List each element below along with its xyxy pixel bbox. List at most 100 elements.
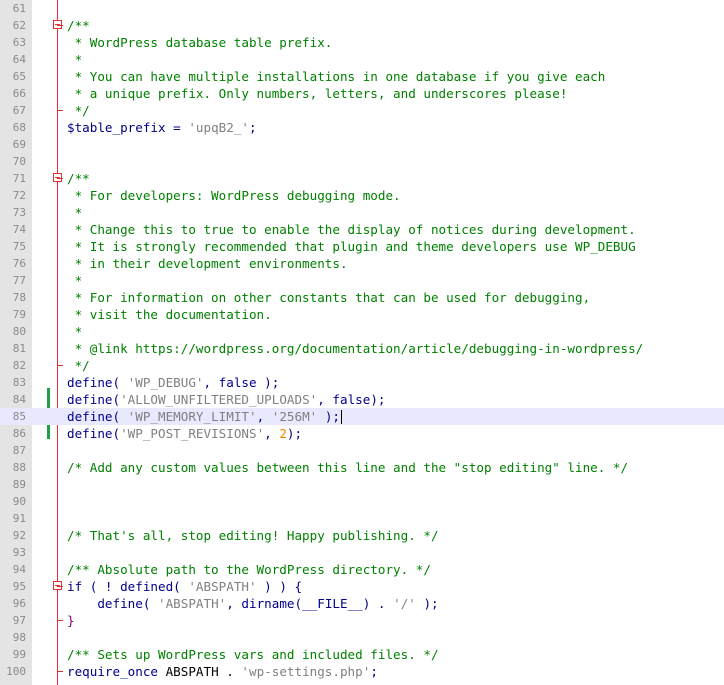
code-text[interactable]: * in their development environments. (67, 255, 348, 272)
code-line[interactable]: 91 (0, 510, 724, 527)
code-line[interactable]: 95 if ( ! defined( 'ABSPATH' ) ) { (0, 578, 724, 595)
code-text[interactable]: define('WP_POST_REVISIONS', 2); (67, 425, 302, 442)
code-line[interactable]: 86 define('WP_POST_REVISIONS', 2); (0, 425, 724, 442)
code-text[interactable]: * (67, 51, 83, 68)
code-token: * For developers: WordPress debugging mo… (67, 188, 401, 203)
code-text[interactable]: define( 'ABSPATH', dirname(__FILE__) . '… (67, 595, 438, 612)
line-number: 78 (12, 291, 26, 304)
code-text[interactable]: * For information on other constants tha… (67, 289, 591, 306)
code-text[interactable]: * a unique prefix. Only numbers, letters… (67, 85, 568, 102)
line-number: 85 (12, 410, 26, 423)
code-line[interactable]: 73 * (0, 204, 724, 221)
code-text[interactable]: define( 'WP_DEBUG', false ); (67, 374, 279, 391)
fold-end-tick (57, 620, 63, 621)
code-text[interactable]: if ( ! defined( 'ABSPATH' ) ) { (67, 578, 302, 595)
line-number: 87 (12, 444, 26, 457)
code-text[interactable]: /* Add any custom values between this li… (67, 459, 628, 476)
code-text[interactable]: /** (67, 170, 90, 187)
code-token: dirname (241, 596, 295, 611)
code-line[interactable]: 67 */ (0, 102, 724, 119)
code-line[interactable]: 85 define( 'WP_MEMORY_LIMIT', '256M' ); (0, 408, 724, 425)
line-number: 65 (12, 70, 26, 83)
code-token: * (67, 52, 83, 67)
code-line[interactable]: 82 */ (0, 357, 724, 374)
line-number: 91 (12, 512, 26, 525)
code-line[interactable]: 84 define('ALLOW_UNFILTERED_UPLOADS', fal… (0, 391, 724, 408)
code-token: false (218, 375, 257, 390)
code-token: 'upqB2_' (188, 120, 249, 135)
line-number: 73 (12, 206, 26, 219)
code-line[interactable]: 93 (0, 544, 724, 561)
code-token: '256M' (271, 409, 318, 424)
code-line[interactable]: 99 /** Sets up WordPress vars and include… (0, 646, 724, 663)
code-line[interactable]: 97} (0, 612, 724, 629)
code-line[interactable]: 92 /* That's all, stop editing! Happy pub… (0, 527, 724, 544)
line-number: 100 (6, 665, 26, 678)
code-text[interactable]: * Change this to true to enable the disp… (67, 221, 636, 238)
code-line[interactable]: 70 (0, 153, 724, 170)
code-text[interactable]: * @link https://wordpress.org/documentat… (67, 340, 644, 357)
code-line[interactable]: 64 * (0, 51, 724, 68)
code-line[interactable]: 68 $table_prefix = 'upqB2_'; (0, 119, 724, 136)
code-token: 2 (279, 426, 287, 441)
code-text[interactable]: /** Sets up WordPress vars and included … (67, 646, 439, 663)
code-editor[interactable]: 61 62/** 63 * WordPress database table pre… (0, 0, 724, 685)
code-token: , (317, 392, 333, 407)
line-number: 83 (12, 376, 26, 389)
code-line[interactable]: 83 define( 'WP_DEBUG', false ); (0, 374, 724, 391)
code-token: , (256, 409, 272, 424)
code-text[interactable]: */ (67, 102, 90, 119)
code-line[interactable]: 61 (0, 0, 724, 17)
code-line[interactable]: 100 require_once ABSPATH . 'wp-settings.p… (0, 663, 724, 680)
code-text[interactable]: define('ALLOW_UNFILTERED_UPLOADS', false… (67, 391, 386, 408)
code-line[interactable]: 96 define( 'ABSPATH', dirname(__FILE__) … (0, 595, 724, 612)
line-number: 61 (12, 2, 26, 15)
code-text[interactable]: * WordPress database table prefix. (67, 34, 333, 51)
code-line[interactable]: 89 (0, 476, 724, 493)
code-line[interactable]: 75 * It is strongly recommended that plu… (0, 238, 724, 255)
code-text[interactable]: /** (67, 17, 90, 34)
code-line[interactable]: 79 * visit the documentation. (0, 306, 724, 323)
code-text[interactable]: * (67, 323, 83, 340)
code-text[interactable]: */ (67, 357, 90, 374)
code-text[interactable]: * (67, 272, 83, 289)
code-text[interactable]: /* That's all, stop editing! Happy publi… (67, 527, 439, 544)
code-text[interactable]: $table_prefix = 'upqB2_'; (67, 119, 257, 136)
code-line[interactable]: 74 * Change this to true to enable the d… (0, 221, 724, 238)
code-token: /** (67, 171, 90, 186)
code-line[interactable]: 94 /** Absolute path to the WordPress dir… (0, 561, 724, 578)
code-line[interactable]: 81 * @link https://wordpress.org/documen… (0, 340, 724, 357)
code-token: 'WP_POST_REVISIONS' (120, 426, 265, 441)
code-text[interactable]: * visit the documentation. (67, 306, 272, 323)
code-token: ( (112, 426, 121, 441)
code-line[interactable]: 80 * (0, 323, 724, 340)
code-line[interactable]: 78 * For information on other constants … (0, 289, 724, 306)
code-token: false (332, 392, 371, 407)
code-line[interactable]: 65 * You can have multiple installations… (0, 68, 724, 85)
code-text[interactable]: define( 'WP_MEMORY_LIMIT', '256M' ); (67, 408, 340, 425)
code-text[interactable]: * You can have multiple installations in… (67, 68, 606, 85)
code-line[interactable]: 76 * in their development environments. (0, 255, 724, 272)
code-text[interactable]: * It is strongly recommended that plugin… (67, 238, 636, 255)
code-text[interactable]: /** Absolute path to the WordPress direc… (67, 561, 431, 578)
code-token: define (67, 392, 113, 407)
code-line[interactable]: 71 /** (0, 170, 724, 187)
line-number: 89 (12, 478, 26, 491)
code-token: , (264, 426, 280, 441)
code-token: ( (294, 596, 303, 611)
code-line[interactable]: 66 * a unique prefix. Only numbers, lett… (0, 85, 724, 102)
code-line[interactable]: 72 * For developers: WordPress debugging… (0, 187, 724, 204)
code-lines[interactable]: 61 62/** 63 * WordPress database table pre… (0, 0, 724, 680)
code-line[interactable]: 88 /* Add any custom values between this … (0, 459, 724, 476)
code-line[interactable]: 90 (0, 493, 724, 510)
code-text[interactable]: require_once ABSPATH . 'wp-settings.php'… (67, 663, 378, 680)
code-line[interactable]: 87 (0, 442, 724, 459)
code-text[interactable]: * (67, 204, 83, 221)
code-line[interactable]: 69 (0, 136, 724, 153)
code-line[interactable]: 62 /** (0, 17, 724, 34)
code-text[interactable]: } (67, 612, 75, 629)
code-line[interactable]: 77 * (0, 272, 724, 289)
code-text[interactable]: * For developers: WordPress debugging mo… (67, 187, 401, 204)
code-line[interactable]: 98 (0, 629, 724, 646)
code-line[interactable]: 63 * WordPress database table prefix. (0, 34, 724, 51)
